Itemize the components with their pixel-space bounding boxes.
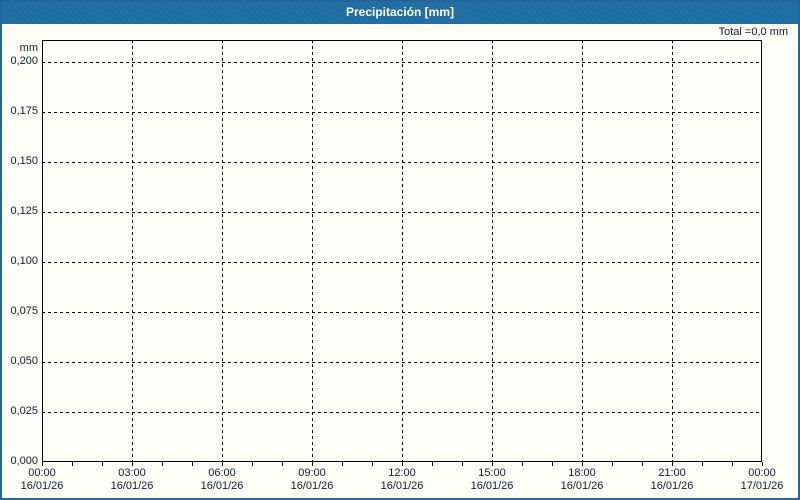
x-tick-date-label: 16/01/26 [200, 480, 244, 492]
x-axis-tick [192, 462, 193, 466]
chart-title: Precipitación [mm] [345, 5, 455, 19]
x-tick-time-label: 00:00 [28, 467, 56, 479]
x-tick-date-label: 16/01/26 [560, 480, 604, 492]
x-grid-line [672, 40, 673, 462]
x-tick-date-label: 16/01/26 [650, 480, 694, 492]
y-tick-label: 0,025 [10, 405, 38, 417]
x-tick-time-label: 00:00 [748, 467, 776, 479]
x-tick-time-label: 12:00 [388, 467, 416, 479]
x-axis-tick [342, 462, 343, 466]
x-tick-time-label: 18:00 [568, 467, 596, 479]
x-grid-line [492, 40, 493, 462]
y-tick-label: 0,200 [10, 55, 38, 67]
x-tick-date-label: 16/01/26 [110, 480, 154, 492]
x-axis-tick [702, 462, 703, 466]
x-axis-tick [492, 462, 493, 466]
x-axis-tick [42, 462, 43, 466]
x-grid-line [582, 40, 583, 462]
x-axis-tick [162, 462, 163, 466]
x-axis-tick [312, 462, 313, 466]
x-grid-line [312, 40, 313, 462]
x-grid-line [402, 40, 403, 462]
x-axis-tick [672, 462, 673, 466]
x-axis-tick [282, 462, 283, 466]
x-axis-tick [642, 462, 643, 466]
x-grid-line [222, 40, 223, 462]
y-tick-label: 0,075 [10, 305, 38, 317]
x-tick-time-label: 03:00 [118, 467, 146, 479]
x-tick-time-label: 06:00 [208, 467, 236, 479]
x-axis-tick [252, 462, 253, 466]
x-axis-tick [552, 462, 553, 466]
x-axis-tick [402, 462, 403, 466]
chart-title-bar: Precipitación [mm] [2, 2, 798, 24]
x-axis-tick [612, 462, 613, 466]
x-tick-date-label: 16/01/26 [380, 480, 424, 492]
x-tick-time-label: 15:00 [478, 467, 506, 479]
total-annotation: Total =0,0 mm [718, 26, 788, 38]
x-axis-tick [432, 462, 433, 466]
x-tick-date-label: 16/01/26 [290, 480, 334, 492]
x-axis-tick [132, 462, 133, 466]
x-axis-tick [72, 462, 73, 466]
x-tick-time-label: 09:00 [298, 467, 326, 479]
x-grid-line [132, 40, 133, 462]
y-tick-label: 0,125 [10, 205, 38, 217]
x-axis-tick [462, 462, 463, 466]
x-tick-date-label: 16/01/26 [20, 480, 64, 492]
x-axis-tick [372, 462, 373, 466]
y-tick-label: 0,050 [10, 355, 38, 367]
x-tick-time-label: 21:00 [658, 467, 686, 479]
chart-window: Precipitación [mm] Total =0,0 mm mm 0,20… [0, 0, 800, 500]
x-axis-tick [522, 462, 523, 466]
y-tick-label: 0,175 [10, 105, 38, 117]
x-axis-tick [582, 462, 583, 466]
x-tick-date-label: 16/01/26 [470, 480, 514, 492]
x-axis-tick [222, 462, 223, 466]
x-tick-date-label: 17/01/26 [740, 480, 784, 492]
x-axis-tick [102, 462, 103, 466]
x-axis-tick [762, 462, 763, 466]
y-tick-label: 0,100 [10, 255, 38, 267]
y-tick-label: 0,150 [10, 155, 38, 167]
x-axis-tick [732, 462, 733, 466]
y-axis-unit-label: mm [19, 42, 38, 54]
